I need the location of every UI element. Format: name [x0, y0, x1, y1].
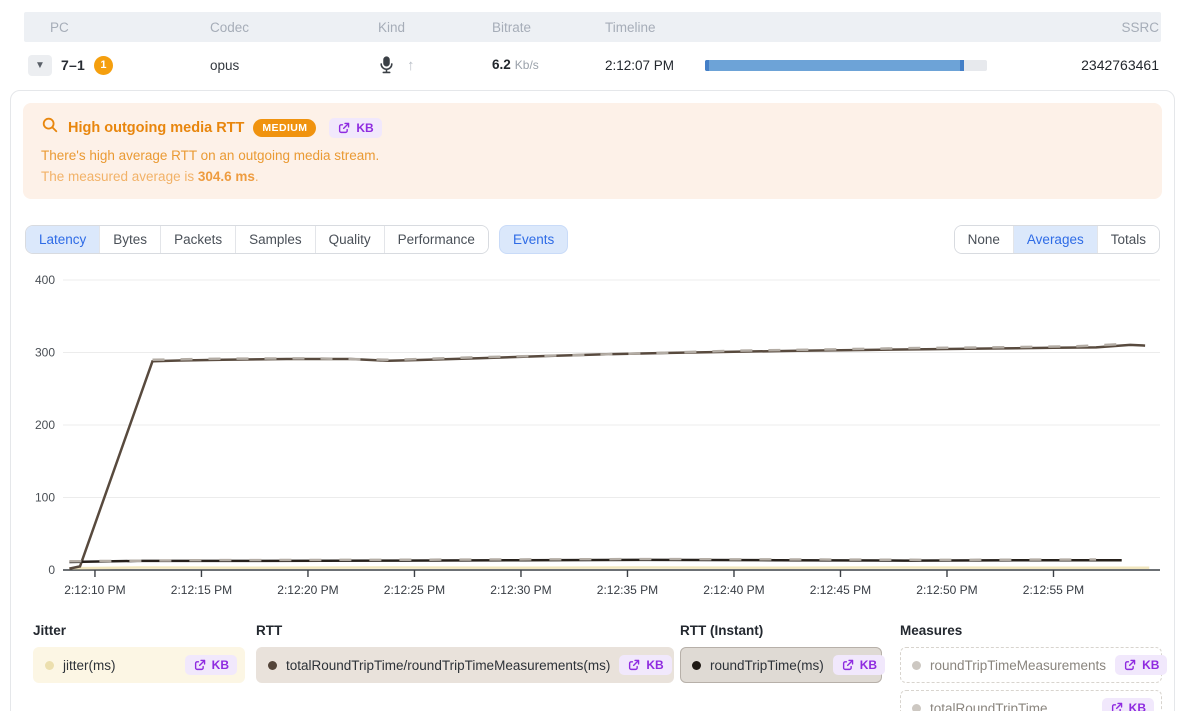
tab-latency[interactable]: Latency: [26, 226, 99, 253]
col-header-pc: PC: [24, 20, 210, 35]
table-header: PC Codec Kind Bitrate Timeline SSRC: [24, 12, 1161, 42]
share-icon: [193, 658, 207, 672]
svg-text:2:12:20 PM: 2:12:20 PM: [277, 583, 338, 597]
timeline-time: 2:12:07 PM: [605, 58, 705, 73]
rtt-alert-box: High outgoing media RTT MEDIUM KB There'…: [23, 103, 1162, 199]
col-header-kind: Kind: [378, 20, 492, 35]
tab-bytes[interactable]: Bytes: [99, 226, 160, 253]
share-icon: [337, 121, 351, 135]
alert-description: There's high average RTT on an outgoing …: [41, 148, 1144, 163]
series-dot: [268, 661, 277, 670]
series-dot: [45, 661, 54, 670]
tab-packets[interactable]: Packets: [160, 226, 235, 253]
total-rtt-kb-button[interactable]: KB: [1102, 698, 1154, 711]
legend-group-measures: Measures roundTripTimeMeasurements KB to…: [900, 623, 1162, 711]
ssrc-value: 2342763461: [1001, 57, 1161, 73]
col-header-ssrc: SSRC: [1001, 20, 1161, 35]
microphone-icon: [378, 55, 395, 75]
svg-text:400: 400: [35, 273, 55, 287]
svg-text:2:12:45 PM: 2:12:45 PM: [810, 583, 871, 597]
rtt-kb-button[interactable]: KB: [619, 655, 671, 675]
series-dot: [912, 704, 921, 711]
chart-legend: Jitter jitter(ms) KB RTT totalRoundTripT…: [33, 623, 1162, 711]
share-icon: [841, 658, 855, 672]
metric-tab-group: Latency Bytes Packets Samples Quality Pe…: [25, 225, 489, 254]
svg-text:2:12:35 PM: 2:12:35 PM: [597, 583, 658, 597]
alert-measured-average: The measured average is 304.6 ms.: [41, 169, 1144, 184]
tab-totals[interactable]: Totals: [1097, 226, 1159, 253]
codec-value: opus: [210, 58, 378, 73]
legend-item-rtt-measurements[interactable]: roundTripTimeMeasurements KB: [900, 647, 1162, 683]
chart-toolbar: Latency Bytes Packets Samples Quality Pe…: [25, 225, 1160, 254]
alert-count-badge: 1: [94, 56, 113, 75]
instant-rtt-kb-button[interactable]: KB: [833, 655, 885, 675]
legend-item-instant-rtt[interactable]: roundTripTime(ms) KB: [680, 647, 882, 683]
streams-table: PC Codec Kind Bitrate Timeline SSRC ▼ 7–…: [24, 12, 1161, 88]
stream-detail-card: High outgoing media RTT MEDIUM KB There'…: [10, 90, 1175, 711]
tab-averages[interactable]: Averages: [1013, 226, 1097, 253]
arrow-up-icon: ↑: [407, 57, 415, 74]
severity-badge: MEDIUM: [253, 119, 316, 137]
share-icon: [1123, 658, 1137, 672]
svg-text:2:12:25 PM: 2:12:25 PM: [384, 583, 445, 597]
col-header-bitrate: Bitrate: [492, 20, 605, 35]
latency-chart: 0 100 200 300 400 2:12:10 PM 2:12:15 PM 2:12:20…: [23, 270, 1162, 609]
series-dot: [912, 661, 921, 670]
svg-text:2:12:30 PM: 2:12:30 PM: [490, 583, 551, 597]
legend-item-total-rtt[interactable]: totalRoundTripTime KB: [900, 690, 1162, 711]
jitter-kb-button[interactable]: KB: [185, 655, 237, 675]
measurements-kb-button[interactable]: KB: [1115, 655, 1167, 675]
svg-text:2:12:55 PM: 2:12:55 PM: [1023, 583, 1084, 597]
col-header-codec: Codec: [210, 20, 378, 35]
alert-kb-button[interactable]: KB: [329, 118, 381, 138]
legend-group-jitter: Jitter jitter(ms) KB: [33, 623, 245, 683]
svg-text:2:12:50 PM: 2:12:50 PM: [916, 583, 977, 597]
tab-samples[interactable]: Samples: [235, 226, 315, 253]
pc-label: 7–1: [61, 57, 85, 73]
svg-text:200: 200: [35, 418, 55, 432]
svg-text:2:12:15 PM: 2:12:15 PM: [171, 583, 232, 597]
tab-performance[interactable]: Performance: [384, 226, 488, 253]
col-header-timeline: Timeline: [605, 20, 705, 35]
legend-item-jitter-ms[interactable]: jitter(ms) KB: [33, 647, 245, 683]
series-dot: [692, 661, 701, 670]
table-row: ▼ 7–1 1 opus ↑ 6.2Kb/s 2:12:07 PM: [24, 42, 1161, 88]
triangle-down-icon: ▼: [35, 60, 45, 71]
svg-text:2:12:40 PM: 2:12:40 PM: [703, 583, 764, 597]
aggregate-tab-group: None Averages Totals: [954, 225, 1160, 254]
share-icon: [627, 658, 641, 672]
legend-group-rtt: RTT totalRoundTripTime/roundTripTimeMeas…: [256, 623, 674, 683]
share-icon: [1110, 701, 1124, 711]
timeline-progress-fill: [705, 60, 964, 71]
tab-events[interactable]: Events: [499, 225, 568, 254]
legend-group-rtt-instant: RTT (Instant) roundTripTime(ms) KB: [680, 623, 882, 683]
svg-text:2:12:10 PM: 2:12:10 PM: [64, 583, 125, 597]
alert-title: High outgoing media RTT: [68, 120, 244, 136]
bitrate-value: 6.2Kb/s: [492, 56, 605, 74]
collapse-row-button[interactable]: ▼: [28, 55, 52, 76]
svg-text:300: 300: [35, 346, 55, 360]
tab-quality[interactable]: Quality: [315, 226, 384, 253]
tab-none[interactable]: None: [955, 226, 1013, 253]
timeline-progress-bar[interactable]: [705, 60, 987, 71]
legend-item-avg-rtt[interactable]: totalRoundTripTime/roundTripTimeMeasurem…: [256, 647, 674, 683]
search-icon: [41, 116, 59, 139]
svg-text:100: 100: [35, 491, 55, 505]
svg-text:0: 0: [48, 563, 55, 577]
line-chart-canvas: 0 100 200 300 400 2:12:10 PM 2:12:15 PM 2:12:20…: [23, 270, 1162, 604]
